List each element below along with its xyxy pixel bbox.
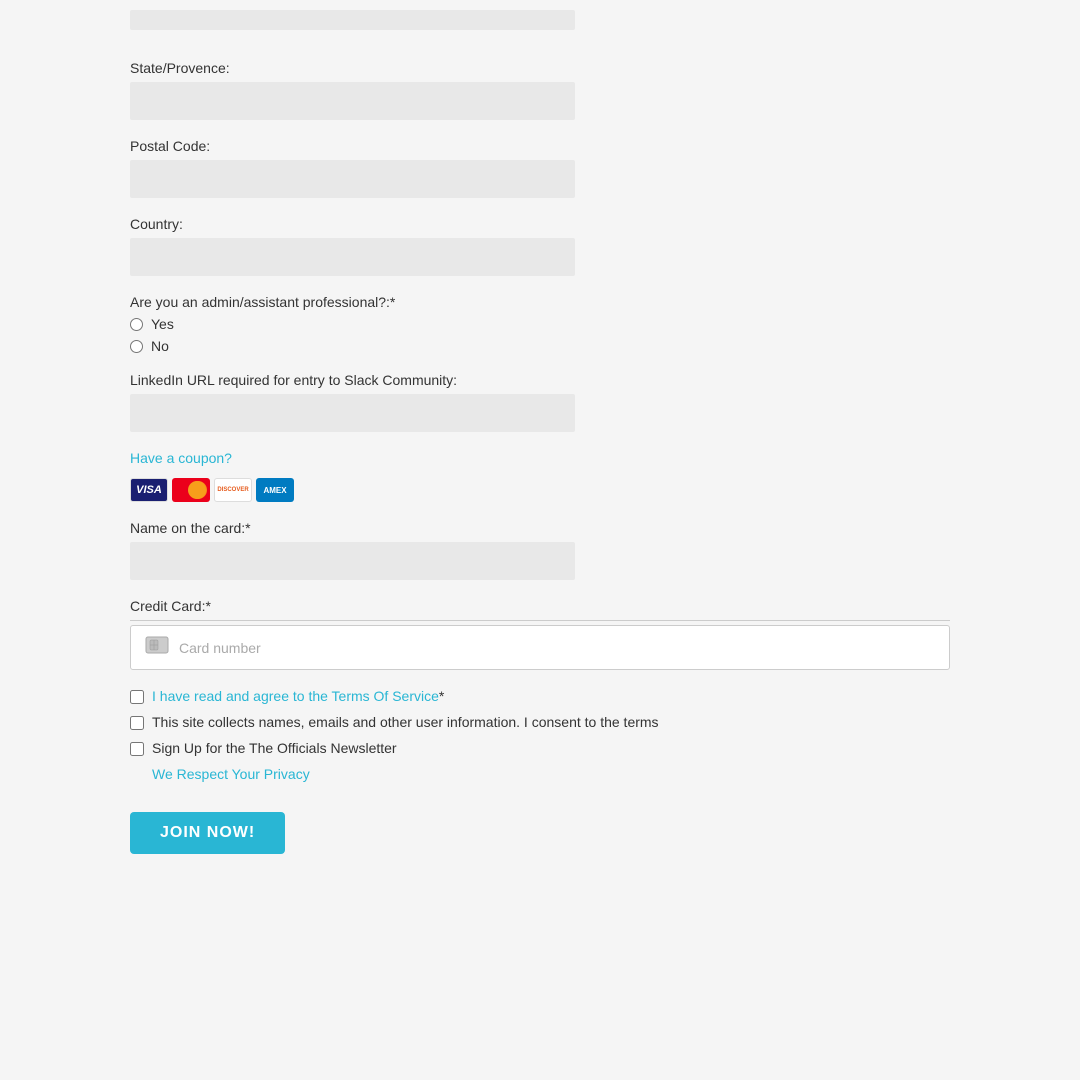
newsletter-label: Sign Up for the The Officials Newsletter	[152, 740, 397, 756]
credit-card-section: Credit Card:* Card number	[130, 598, 950, 670]
name-on-card-label: Name on the card:*	[130, 520, 950, 536]
checkboxes-section: I have read and agree to the Terms Of Se…	[130, 688, 950, 756]
amex-icon: AMEX	[256, 478, 294, 502]
admin-no-label: No	[151, 338, 169, 354]
state-province-group: State/Provence:	[130, 60, 950, 120]
country-label: Country:	[130, 216, 950, 232]
name-on-card-input[interactable]	[130, 542, 575, 580]
linkedin-url-group: LinkedIn URL required for entry to Slack…	[130, 372, 950, 432]
name-on-card-group: Name on the card:*	[130, 520, 950, 580]
linkedin-url-label: LinkedIn URL required for entry to Slack…	[130, 372, 950, 388]
admin-question-group: Are you an admin/assistant professional?…	[130, 294, 950, 354]
terms-checkbox[interactable]	[130, 690, 144, 704]
terms-label: I have read and agree to the Terms Of Se…	[152, 688, 444, 704]
terms-link[interactable]: I have read and agree to the Terms Of Se…	[152, 688, 439, 704]
privacy-link[interactable]: We Respect Your Privacy	[152, 766, 950, 782]
newsletter-checkbox-item: Sign Up for the The Officials Newsletter	[130, 740, 950, 756]
country-group: Country:	[130, 216, 950, 276]
admin-yes-label: Yes	[151, 316, 174, 332]
state-province-input[interactable]	[130, 82, 575, 120]
payment-icons-group: VISA DISCOVER AMEX	[130, 478, 950, 502]
admin-yes-radio[interactable]	[130, 318, 143, 331]
admin-question-label: Are you an admin/assistant professional?…	[130, 294, 950, 310]
consent-checkbox-item: This site collects names, emails and oth…	[130, 714, 950, 730]
credit-card-input-wrapper[interactable]: Card number	[130, 625, 950, 670]
country-input[interactable]	[130, 238, 575, 276]
admin-radio-group: Yes No	[130, 316, 950, 354]
postal-code-input[interactable]	[130, 160, 575, 198]
terms-asterisk: *	[439, 688, 444, 704]
coupon-section: Have a coupon?	[130, 450, 950, 474]
postal-code-group: Postal Code:	[130, 138, 950, 198]
card-chip-icon	[145, 636, 169, 659]
consent-checkbox[interactable]	[130, 716, 144, 730]
linkedin-url-input[interactable]	[130, 394, 575, 432]
postal-code-label: Postal Code:	[130, 138, 950, 154]
admin-no-option: No	[130, 338, 950, 354]
admin-yes-option: Yes	[130, 316, 950, 332]
card-number-placeholder: Card number	[179, 640, 261, 656]
admin-no-radio[interactable]	[130, 340, 143, 353]
join-now-button[interactable]: JOIN NOW!	[130, 812, 285, 854]
discover-icon: DISCOVER	[214, 478, 252, 502]
consent-label: This site collects names, emails and oth…	[152, 714, 659, 730]
coupon-link[interactable]: Have a coupon?	[130, 450, 232, 466]
mastercard-icon	[172, 478, 210, 502]
newsletter-checkbox[interactable]	[130, 742, 144, 756]
credit-card-label: Credit Card:*	[130, 598, 950, 614]
visa-icon: VISA	[130, 478, 168, 502]
state-province-label: State/Provence:	[130, 60, 950, 76]
terms-checkbox-item: I have read and agree to the Terms Of Se…	[130, 688, 950, 704]
